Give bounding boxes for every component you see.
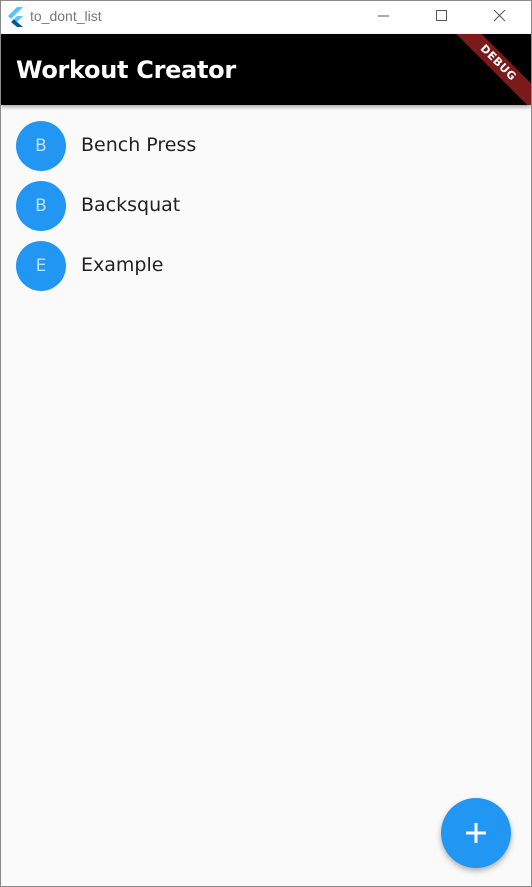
page-title: Workout Creator (16, 56, 236, 84)
avatar: E (16, 241, 66, 291)
minimize-icon (378, 15, 389, 17)
minimize-button[interactable] (361, 1, 407, 32)
close-icon (494, 10, 506, 22)
flutter-logo-icon (6, 7, 24, 27)
window-title: to_dont_list (30, 8, 102, 24)
close-button[interactable] (477, 1, 523, 32)
plus-icon (466, 823, 486, 843)
avatar: B (16, 121, 66, 171)
debug-banner: DEBUG (438, 34, 531, 105)
list-item[interactable]: B Backsquat (1, 176, 531, 236)
app-bar: Workout Creator DEBUG (1, 34, 531, 105)
workout-name: Example (81, 254, 164, 276)
window-titlebar[interactable]: to_dont_list (1, 1, 531, 34)
app-window: to_dont_list Workout Creator DEBUG B Ben… (0, 0, 532, 887)
workout-name: Backsquat (81, 194, 181, 216)
maximize-button[interactable] (419, 1, 465, 32)
list-item[interactable]: E Example (1, 236, 531, 296)
workout-list: B Bench Press B Backsquat E Example (1, 116, 531, 296)
avatar: B (16, 181, 66, 231)
maximize-icon (436, 10, 447, 21)
workout-name: Bench Press (81, 134, 197, 156)
add-workout-button[interactable] (441, 798, 511, 868)
list-item[interactable]: B Bench Press (1, 116, 531, 176)
